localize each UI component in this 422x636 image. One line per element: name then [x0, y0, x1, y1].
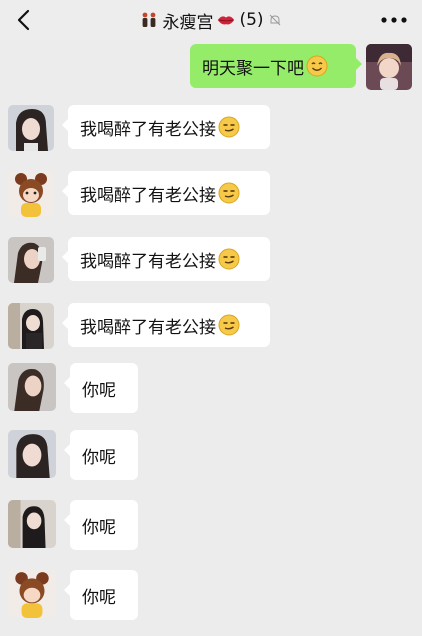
message-member: 你呢: [8, 363, 138, 413]
smirk-emoji-icon: [218, 314, 240, 336]
chat-title-group[interactable]: 永瘦宫 (5): [140, 8, 281, 33]
message-text: 我喝醉了有老公接: [80, 119, 216, 140]
message-text: 你呢: [82, 380, 116, 401]
avatar-member-4[interactable]: [8, 500, 56, 548]
bell-muted-icon: [268, 13, 282, 27]
more-button[interactable]: [380, 8, 408, 32]
message-text: 我喝醉了有老公接: [80, 185, 216, 206]
smirk-emoji-icon: [218, 116, 240, 138]
couple-icon: [140, 11, 158, 29]
avatar-member-1[interactable]: [8, 430, 56, 478]
member-count: (5): [239, 10, 264, 30]
message-member: 我喝醉了有老公接: [8, 105, 270, 151]
avatar-member-1[interactable]: [8, 105, 54, 151]
message-member: 你呢: [8, 430, 138, 480]
message-member: 我喝醉了有老公接: [8, 171, 270, 217]
smile-emoji-icon: [306, 55, 328, 77]
message-bubble[interactable]: 你呢: [64, 430, 138, 480]
message-bubble[interactable]: 我喝醉了有老公接: [62, 171, 270, 215]
message-bubble[interactable]: 你呢: [64, 500, 138, 550]
chat-header: 永瘦宫 (5): [0, 0, 422, 40]
message-bubble[interactable]: 你呢: [64, 570, 138, 620]
message-member: 我喝醉了有老公接: [8, 303, 270, 349]
back-button[interactable]: [12, 8, 34, 32]
smirk-emoji-icon: [218, 182, 240, 204]
message-member: 我喝醉了有老公接: [8, 237, 270, 283]
avatar-member-3[interactable]: [8, 363, 56, 411]
chat-title: 永瘦宫: [162, 12, 214, 33]
message-member: 你呢: [8, 570, 138, 620]
avatar-member-2[interactable]: [8, 570, 56, 618]
chevron-left-icon: [17, 9, 30, 31]
message-bubble[interactable]: 我喝醉了有老公接: [62, 303, 270, 347]
ellipsis-icon: [381, 17, 407, 23]
avatar-self[interactable]: [366, 44, 412, 90]
message-text: 你呢: [82, 447, 116, 468]
message-self: 明天聚一下吧: [190, 44, 412, 90]
smirk-emoji-icon: [218, 248, 240, 270]
avatar-member-4[interactable]: [8, 303, 54, 349]
message-bubble[interactable]: 明天聚一下吧: [190, 44, 362, 88]
message-bubble[interactable]: 我喝醉了有老公接: [62, 237, 270, 281]
message-text: 我喝醉了有老公接: [80, 317, 216, 338]
message-text: 你呢: [82, 587, 116, 608]
avatar-member-3[interactable]: [8, 237, 54, 283]
chat-messages[interactable]: 明天聚一下吧 我喝醉了有老公接 我喝醉了有老公接 我喝醉了有老公接 我喝醉了有老…: [0, 40, 422, 636]
avatar-member-2[interactable]: [8, 171, 54, 217]
message-text: 我喝醉了有老公接: [80, 251, 216, 272]
message-bubble[interactable]: 你呢: [64, 363, 138, 413]
message-text: 明天聚一下吧: [202, 58, 304, 79]
lips-icon: [217, 11, 235, 29]
message-bubble[interactable]: 我喝醉了有老公接: [62, 105, 270, 149]
message-text: 你呢: [82, 517, 116, 538]
message-member: 你呢: [8, 500, 138, 550]
